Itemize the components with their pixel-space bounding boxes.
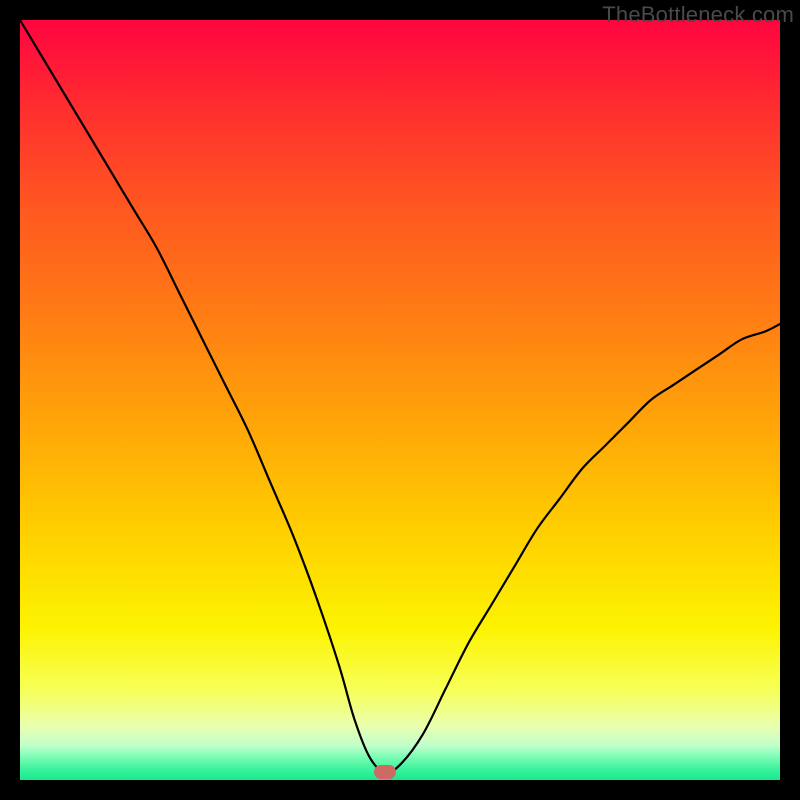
- chart-frame: TheBottleneck.com: [0, 0, 800, 800]
- optimum-marker: [374, 765, 396, 779]
- plot-area: [20, 20, 780, 780]
- bottleneck-curve: [20, 20, 780, 780]
- watermark-text: TheBottleneck.com: [602, 2, 794, 28]
